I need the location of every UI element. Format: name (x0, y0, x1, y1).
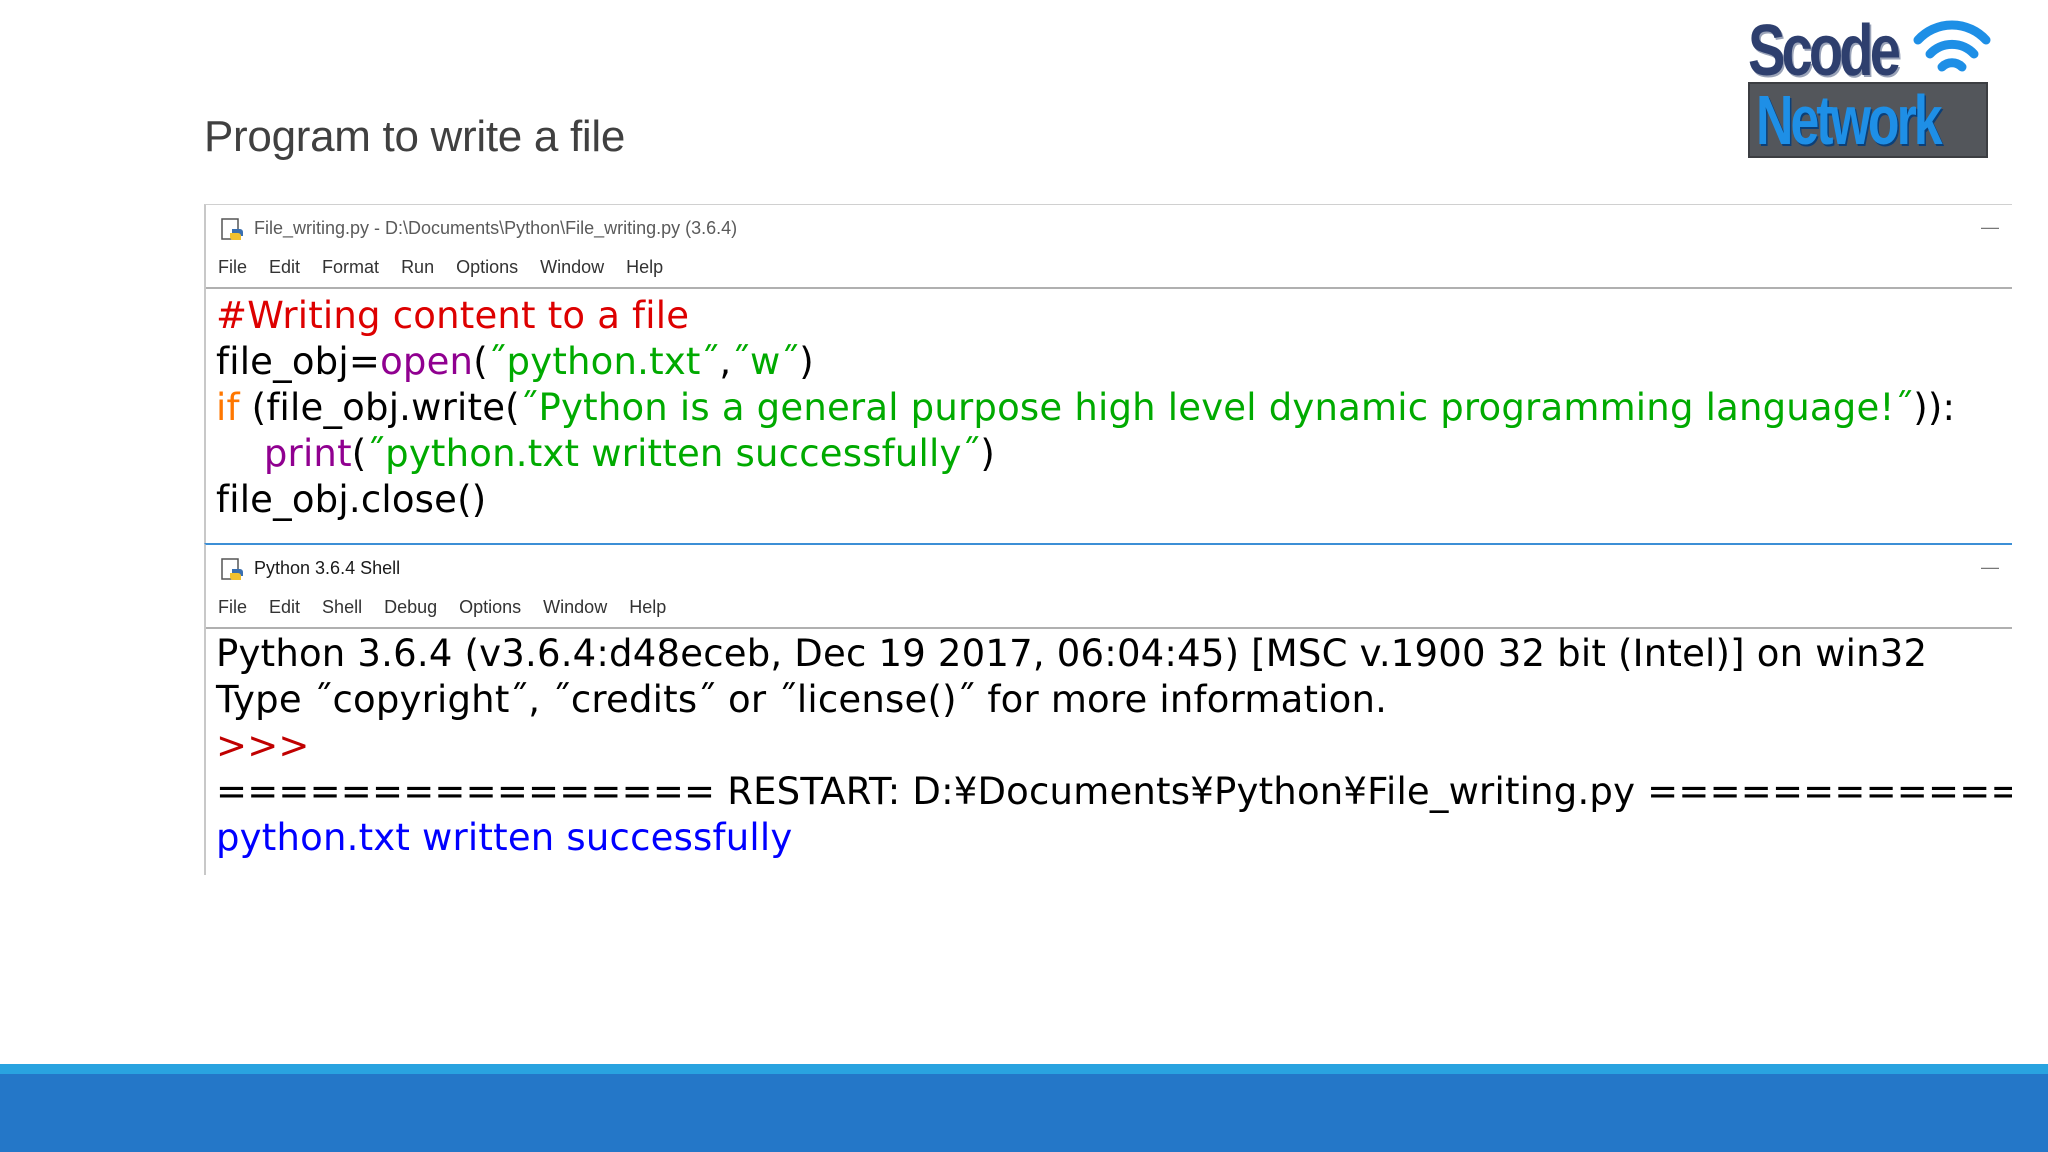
code-string: ˝w˝ (731, 340, 800, 383)
editor-title: File_writing.py - D:\Documents\Python\Fi… (254, 218, 738, 238)
menu-help[interactable]: Help (626, 257, 663, 283)
footer-accent-line (0, 1064, 2048, 1074)
logo-text-network: Network (1748, 82, 1988, 158)
editor-window: File_writing.py - D:\Documents\Python\Fi… (204, 204, 2012, 545)
shell-banner: Python 3.6.4 (v3.6.4:d48eceb, Dec 19 201… (216, 632, 1928, 675)
menu-help[interactable]: Help (629, 597, 666, 623)
menu-edit[interactable]: Edit (269, 597, 300, 623)
menu-file[interactable]: File (218, 257, 247, 283)
menu-shell[interactable]: Shell (322, 597, 362, 623)
menu-format[interactable]: Format (322, 257, 379, 283)
menu-options[interactable]: Options (459, 597, 521, 623)
code-token: ( (351, 432, 367, 475)
footer-bar (0, 1074, 2048, 1152)
shell-info: Type ˝copyright˝, ˝credits˝ or ˝license(… (216, 678, 1388, 721)
editor-titlebar: File_writing.py - D:\Documents\Python\Fi… (206, 205, 2012, 251)
shell-title: Python 3.6.4 Shell (254, 558, 401, 578)
python-file-icon (221, 218, 243, 240)
scode-network-logo: Scode Network (1746, 11, 1994, 158)
code-token: ) (980, 432, 995, 475)
code-string: ˝python.txt written successfully˝ (366, 432, 981, 475)
shell-prompt: >>> (216, 724, 310, 767)
shell-restart-line: ================ RESTART: D:¥Documents¥P… (216, 770, 2012, 813)
code-token: ( (473, 340, 488, 383)
editor-menubar: File Edit Format Run Options Window Help (218, 257, 685, 283)
shell-minimize-button[interactable]: — (1976, 557, 2004, 579)
code-token: ) (799, 340, 814, 383)
code-builtin: print (263, 432, 352, 475)
code-token: )): (1913, 386, 1956, 429)
code-line-4: print(˝python.txt written successfully˝) (216, 431, 995, 477)
code-string: ˝python.txt˝ (487, 340, 720, 383)
menu-options[interactable]: Options (456, 257, 518, 283)
code-token: (file_obj.write( (239, 386, 520, 429)
editor-code-area[interactable]: #Writing content to a file file_obj=open… (206, 287, 2012, 545)
code-line-5: file_obj.close() (216, 477, 486, 523)
wifi-icon (1913, 20, 1991, 72)
menu-window[interactable]: Window (543, 597, 607, 623)
code-token: file_obj.close() (216, 478, 487, 521)
shell-titlebar: Python 3.6.4 Shell — (206, 545, 2012, 591)
shell-window: Python 3.6.4 Shell — File Edit Shell Deb… (204, 543, 2012, 875)
code-token: , (719, 340, 732, 383)
shell-menubar: File Edit Shell Debug Options Window Hel… (218, 597, 688, 623)
shell-output: python.txt written successfully (216, 816, 793, 859)
menu-run[interactable]: Run (401, 257, 434, 283)
code-builtin: open (380, 340, 474, 383)
menu-window[interactable]: Window (540, 257, 604, 283)
menu-debug[interactable]: Debug (384, 597, 437, 623)
code-keyword: if (216, 386, 240, 429)
code-comment: #Writing content to a file (216, 294, 690, 337)
code-line-2: file_obj=open(˝python.txt˝,˝w˝) (216, 339, 814, 385)
code-token: file_obj= (216, 340, 381, 383)
logo-text-scode: Scode (1748, 11, 1901, 91)
code-line-3: if (file_obj.write(˝Python is a general … (216, 385, 1955, 431)
slide-title: Program to write a file (204, 112, 626, 161)
shell-console-area[interactable]: Python 3.6.4 (v3.6.4:d48eceb, Dec 19 201… (206, 627, 2012, 875)
menu-edit[interactable]: Edit (269, 257, 300, 283)
code-string: ˝Python is a general purpose high level … (519, 386, 1914, 429)
python-shell-icon (221, 558, 243, 580)
code-line-1: #Writing content to a file (216, 293, 689, 339)
menu-file[interactable]: File (218, 597, 247, 623)
editor-minimize-button[interactable]: — (1976, 217, 2004, 239)
